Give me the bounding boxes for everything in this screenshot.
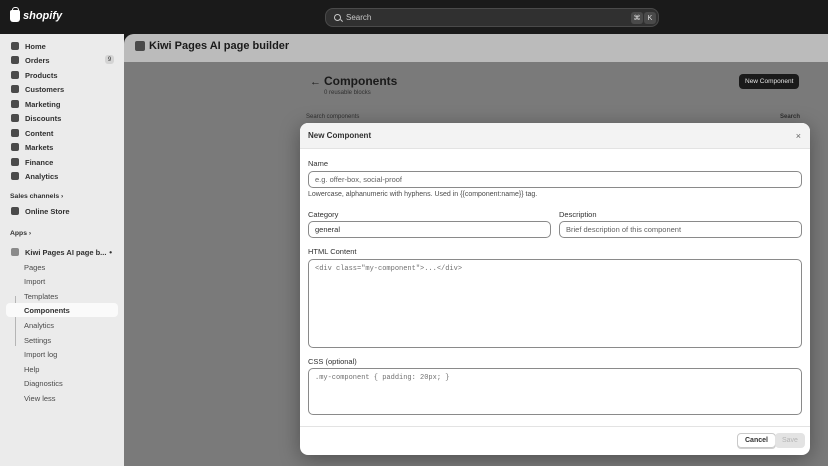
page-title: Components xyxy=(324,74,398,88)
sales-channels-label: Sales channels xyxy=(10,193,60,200)
sidebar-item-label: Analytics xyxy=(25,171,59,181)
name-input[interactable]: e.g. offer-box, social-proof xyxy=(308,171,802,188)
discount-icon xyxy=(11,114,19,122)
cmd-key-icon: ⌘ xyxy=(631,12,643,24)
apps-heading[interactable]: Apps › xyxy=(10,230,31,237)
chevron-right-icon: › xyxy=(61,193,64,200)
css-textarea[interactable]: .my-component { padding: 20px; } xyxy=(308,368,802,415)
bank-icon xyxy=(11,158,19,166)
search-placeholder: Search xyxy=(346,13,372,22)
modal-header: New Component × xyxy=(300,123,810,149)
globe-icon xyxy=(11,143,19,151)
app-subitem-pages[interactable]: Pages xyxy=(24,263,45,272)
sidebar-item-markets[interactable]: Markets xyxy=(6,140,118,154)
app-subitem-diagnostics[interactable]: Diagnostics xyxy=(24,379,63,388)
close-icon[interactable]: × xyxy=(796,131,801,141)
search-icon xyxy=(334,14,341,21)
apps-label: Apps xyxy=(10,230,27,237)
app-subitem-analytics[interactable]: Analytics xyxy=(24,321,54,330)
css-placeholder: .my-component { padding: 20px; } xyxy=(315,374,450,382)
description-placeholder: Brief description of this component xyxy=(566,225,682,234)
sidebar-item-finance[interactable]: Finance xyxy=(6,155,118,169)
sidebar-item-label: Orders xyxy=(25,55,50,65)
modal-footer: Cancel Save xyxy=(300,426,810,455)
pin-dot-icon: • xyxy=(109,247,112,257)
sidebar-item-content[interactable]: Content xyxy=(6,126,118,140)
category-value: general xyxy=(315,225,341,234)
category-label: Category xyxy=(308,210,339,219)
sales-channels-heading[interactable]: Sales channels › xyxy=(10,193,63,200)
app-subitem-help[interactable]: Help xyxy=(24,365,39,374)
app-subitem-templates[interactable]: Templates xyxy=(24,292,58,301)
app-subitem-import-log[interactable]: Import log xyxy=(24,350,57,359)
app-subitem-import[interactable]: Import xyxy=(24,277,45,286)
back-arrow-icon[interactable]: ← xyxy=(310,76,321,88)
sidebar-item-analytics[interactable]: Analytics xyxy=(6,169,118,183)
shopify-bag-icon xyxy=(10,7,20,22)
sidebar-item-products[interactable]: Products xyxy=(6,68,118,82)
category-input[interactable]: general xyxy=(308,221,551,238)
cancel-button[interactable]: Cancel xyxy=(737,433,776,448)
css-label: CSS (optional) xyxy=(308,357,357,366)
app-subitem-view-less[interactable]: View less xyxy=(24,394,56,403)
name-hint: Lowercase, alphanumeric with hyphens. Us… xyxy=(308,191,538,198)
name-placeholder: e.g. offer-box, social-proof xyxy=(315,175,402,184)
sidebar-item-label: Customers xyxy=(25,84,65,94)
modal-title: New Component xyxy=(308,131,372,140)
sidebar-item-label: Discounts xyxy=(25,113,62,123)
target-icon xyxy=(11,100,19,108)
store-icon xyxy=(11,207,19,215)
chevron-right-icon: › xyxy=(28,230,32,237)
sidebar-item-label: Online Store xyxy=(25,206,70,216)
k-key: K xyxy=(644,12,656,24)
home-icon xyxy=(11,42,19,50)
sidebar-item-label: Kiwi Pages AI page b... xyxy=(25,247,107,257)
components-search-button[interactable]: Search xyxy=(780,114,800,120)
shopify-logo[interactable]: shopify xyxy=(10,7,63,22)
components-search-hint: Search components xyxy=(306,114,360,120)
sidebar-item-label: Marketing xyxy=(25,99,61,109)
sidebar-item-label: Markets xyxy=(25,142,54,152)
html-placeholder: <div class="my-component">...</div> xyxy=(315,265,463,273)
sidebar: Home Orders 9 Products Customers Marketin… xyxy=(0,34,124,466)
app-icon xyxy=(11,248,19,256)
html-content-textarea[interactable]: <div class="my-component">...</div> xyxy=(308,259,802,348)
content-icon xyxy=(11,129,19,137)
new-component-button[interactable]: New Component xyxy=(739,74,800,89)
name-label: Name xyxy=(308,159,329,168)
orders-count-badge: 9 xyxy=(105,55,114,64)
sidebar-item-marketing[interactable]: Marketing xyxy=(6,97,118,111)
logo-text: shopify xyxy=(23,10,63,22)
sidebar-item-orders[interactable]: Orders 9 xyxy=(6,53,118,67)
components-search-bar[interactable]: Search components Search xyxy=(306,114,804,123)
sidebar-item-discounts[interactable]: Discounts xyxy=(6,111,118,125)
app-title: Kiwi Pages AI page builder xyxy=(135,40,289,52)
new-component-modal: New Component × Name e.g. offer-box, soc… xyxy=(300,123,810,455)
sidebar-item-label: Finance xyxy=(25,157,54,167)
top-bar: shopify Search ⌘ K xyxy=(0,0,828,34)
sidebar-item-customers[interactable]: Customers xyxy=(6,82,118,96)
app-icon xyxy=(135,41,145,51)
description-input[interactable]: Brief description of this component xyxy=(559,221,802,238)
description-label: Description xyxy=(559,210,597,219)
person-icon xyxy=(11,85,19,93)
chart-icon xyxy=(11,172,19,180)
sidebar-item-label: Home xyxy=(25,41,46,51)
global-search[interactable]: Search ⌘ K xyxy=(325,8,659,27)
page-subtitle: 0 reusable blocks xyxy=(324,90,371,96)
app-title-text: Kiwi Pages AI page builder xyxy=(149,40,290,52)
app-subitem-components[interactable]: Components xyxy=(6,303,118,317)
sidebar-item-label: Components xyxy=(24,305,70,315)
sidebar-item-online-store[interactable]: Online Store xyxy=(6,204,118,218)
sidebar-item-label: Products xyxy=(25,70,58,80)
sidebar-item-kiwi-app[interactable]: Kiwi Pages AI page b... • xyxy=(6,245,118,259)
tag-icon xyxy=(11,71,19,79)
sidebar-item-label: Content xyxy=(25,128,54,138)
html-content-label: HTML Content xyxy=(308,247,357,256)
orders-icon xyxy=(11,56,19,64)
save-button[interactable]: Save xyxy=(775,433,805,448)
sidebar-item-home[interactable]: Home xyxy=(6,39,118,53)
app-subitem-settings[interactable]: Settings xyxy=(24,336,51,345)
